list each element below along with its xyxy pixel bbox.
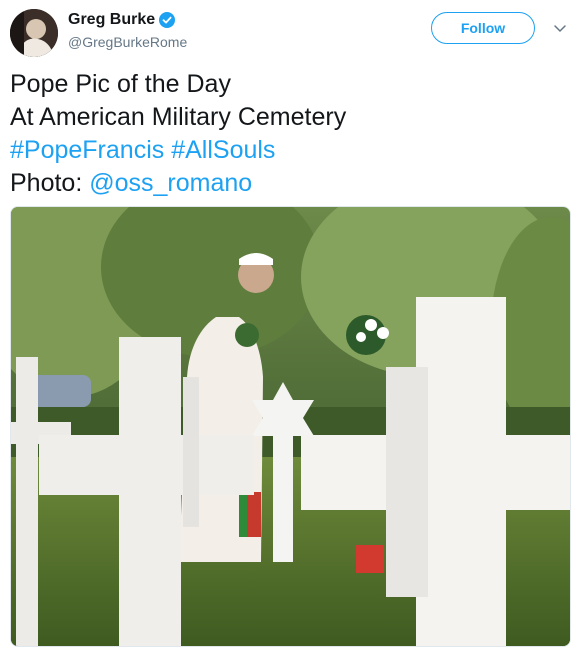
display-name[interactable]: Greg Burke xyxy=(68,11,176,29)
hashtag-allsouls[interactable]: #AllSouls xyxy=(171,136,275,164)
verified-badge-icon xyxy=(159,12,176,28)
tweet-text: Pope Pic of the Day At American Military… xyxy=(10,68,570,200)
display-name-text[interactable]: Greg Burke xyxy=(68,11,155,29)
avatar-image xyxy=(10,9,58,57)
tweet-header: Greg Burke @GregBurkeRome Follow xyxy=(0,0,580,62)
tweet-hashtags: #PopeFrancis #AllSouls xyxy=(10,134,570,167)
tweet-line-2: At American Military Cemetery xyxy=(10,103,347,131)
follow-button[interactable]: Follow xyxy=(431,12,535,44)
user-handle[interactable]: @GregBurkeRome xyxy=(68,34,187,50)
tweet-photo-credit: Photo: @oss_romano xyxy=(10,167,570,200)
hashtag-popefrancis[interactable]: #PopeFrancis xyxy=(10,136,164,164)
mention-oss-romano[interactable]: @oss_romano xyxy=(89,169,252,197)
tweet-line-1: Pope Pic of the Day xyxy=(10,70,231,98)
cemetery-photo-illustration xyxy=(11,207,570,646)
chevron-down-icon[interactable] xyxy=(552,20,568,36)
avatar[interactable] xyxy=(10,9,58,57)
tweet-photo[interactable] xyxy=(10,206,571,647)
photo-credit-prefix: Photo: xyxy=(10,169,90,197)
